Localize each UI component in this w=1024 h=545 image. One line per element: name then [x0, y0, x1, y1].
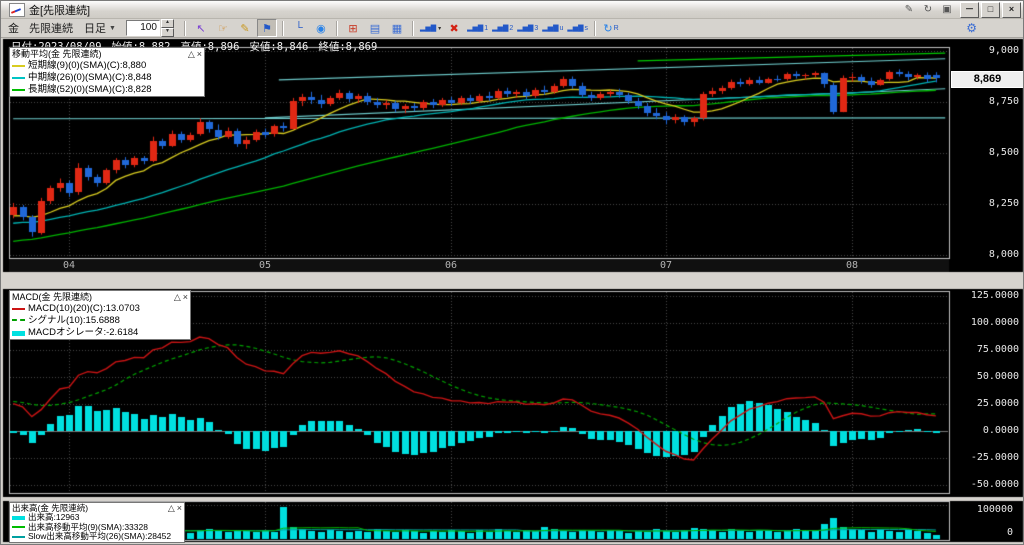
info-low: 安値:8,846	[249, 41, 309, 53]
window-title: 金[先限連続]	[29, 4, 91, 17]
volume-ma26-label: Slow出来高移動平均(26)(SMA):28452	[28, 531, 172, 541]
sma26-label: 中期線(26)(0)(SMA)(C):8,848	[28, 72, 152, 83]
price-axis-label: 8,000	[988, 249, 1019, 260]
macd-axis-label: 100.0000	[970, 317, 1019, 328]
month-axis-label: 06	[444, 260, 458, 271]
signal-line-swatch	[12, 319, 25, 323]
refresh-icon[interactable]: ↻ R	[601, 19, 621, 37]
contract-label: 先限連続	[29, 23, 73, 35]
toolbar-separator	[281, 20, 284, 36]
grid-icon[interactable]: ▦	[387, 19, 407, 37]
volume-axis-label: 0	[1006, 527, 1013, 538]
toolbar: 金 先限連続 日足 ▼ 100 ▲ ▼ ↖ ☞ ✎ ⚑ └ ◉ ⊞ ▤ ▦ ▂▅▇ ▾ ✖ ▂▅▇ 1 ▂▅…	[1, 19, 1023, 38]
ma-legend: 移動平均(金 先限連続) △ × 短期線(9)(0)(SMA)(C):8,880 …	[9, 47, 205, 97]
legend-close-icon[interactable]: ×	[183, 292, 188, 302]
oscillator-swatch	[12, 330, 25, 336]
volume-axis-label: 100000	[976, 504, 1013, 515]
panel-splitter[interactable]	[1, 497, 1023, 501]
volume-ma26-swatch	[12, 535, 25, 538]
wrench-icon[interactable]: ⚙	[966, 21, 977, 35]
toolbar-separator	[411, 20, 414, 36]
delete-indicator-icon[interactable]: ✖	[444, 19, 464, 37]
layout-1-icon[interactable]: ▂▅▇ 1	[466, 19, 489, 37]
price-axis-label: 9,000	[988, 45, 1019, 56]
month-axis-label: 08	[845, 260, 859, 271]
macd-axis-label: 25.0000	[976, 398, 1019, 409]
instrument-label: 金	[8, 23, 19, 35]
close-button[interactable]: ×	[1002, 1, 1021, 18]
macd-axis-label: -25.0000	[970, 452, 1019, 463]
price-axis-label: 8,250	[988, 198, 1019, 209]
price-axis-label: 8,500	[988, 147, 1019, 158]
legend-minimize-icon[interactable]: △	[174, 292, 181, 302]
sma9-label: 短期線(9)(0)(SMA)(C):8,880	[28, 60, 147, 71]
oscillator-label: MACDオシレータ:-2.6184	[28, 327, 139, 338]
macd-axis-label: 125.0000	[970, 290, 1019, 301]
macd-axis-label: -50.0000	[970, 479, 1019, 490]
maximize-button[interactable]: □	[981, 1, 1000, 18]
volume-swatch	[12, 515, 25, 520]
last-price-box: 8,869	[951, 71, 1023, 88]
sma52-swatch	[12, 89, 25, 91]
price-axis-label: 8,750	[988, 96, 1019, 107]
volume-ma9-swatch	[12, 526, 25, 529]
pen-icon[interactable]: ✎	[901, 3, 917, 16]
app-chart-icon	[9, 2, 25, 17]
spin-down-button[interactable]: ▼	[160, 28, 174, 37]
panel-splitter[interactable]	[1, 272, 1023, 289]
volume-legend: 出来高(金 先限連続) △ × 出来高:12963 出来高移動平均(9)(SMA)…	[9, 502, 185, 543]
new-chart-icon[interactable]: ⊞	[343, 19, 363, 37]
app-window: 金[先限連続] ✎ ↻ ▣ － □ × 金 先限連続 日足 ▼ 100 ▲ ▼ …	[0, 0, 1024, 545]
legend-close-icon[interactable]: ×	[197, 49, 202, 59]
rotate-icon[interactable]: ↻	[920, 3, 936, 16]
sma52-label: 長期線(52)(0)(SMA)(C):8,828	[28, 84, 152, 95]
macd-axis-label: 0.0000	[982, 425, 1019, 436]
copy-window-icon[interactable]: ▣	[939, 3, 955, 16]
sma9-swatch	[12, 65, 25, 67]
cursor-icon[interactable]: ↖	[191, 19, 211, 37]
toolbar-separator	[335, 20, 338, 36]
sma26-swatch	[12, 77, 25, 79]
macd-axis-label: 50.0000	[976, 371, 1019, 382]
macd-line-swatch	[12, 308, 25, 310]
layout-s-icon[interactable]: ▂▅▇ s	[566, 19, 589, 37]
bar-count-input[interactable]: 100	[125, 20, 160, 36]
macd-legend: MACD(金 先限連続) △ × MACD(10)(20)(C):13.0703 …	[9, 290, 191, 340]
table-icon[interactable]: ▤	[365, 19, 385, 37]
axis-scale-icon[interactable]: └	[289, 19, 309, 37]
crosshair-icon[interactable]: ⚑	[256, 19, 277, 37]
signal-line-label: シグナル(10):15.6888	[28, 315, 120, 326]
month-axis-label: 04	[62, 260, 76, 271]
title-bar: 金[先限連続] ✎ ↻ ▣ － □ ×	[1, 1, 1023, 19]
macd-line-label: MACD(10)(20)(C):13.0703	[28, 303, 140, 314]
timeframe-dropdown[interactable]: 日足 ▼	[84, 20, 116, 36]
legend-minimize-icon[interactable]: △	[188, 49, 195, 59]
info-close: 終値:8,869	[318, 41, 378, 53]
macd-axis-label: 75.0000	[976, 344, 1019, 355]
month-axis-label: 05	[258, 260, 272, 271]
bar-count-spinner[interactable]: 100 ▲ ▼	[125, 19, 174, 37]
macd-legend-title: MACD(金 先限連続)	[12, 292, 92, 302]
toolbar-separator	[594, 20, 597, 36]
chevron-down-icon: ▼	[109, 24, 116, 32]
layout-u-icon[interactable]: ▂▅▇ u	[541, 19, 564, 37]
layout-2-icon[interactable]: ▂▅▇ 2	[491, 19, 514, 37]
legend-minimize-icon[interactable]: △	[168, 503, 175, 513]
pencil-icon[interactable]: ✎	[235, 19, 255, 37]
legend-close-icon[interactable]: ×	[177, 503, 182, 513]
minimize-button[interactable]: －	[960, 1, 979, 18]
month-axis-label: 07	[659, 260, 673, 271]
hand-icon[interactable]: ☞	[213, 19, 233, 37]
chart-type-icon[interactable]: ▂▅▇ ▾	[419, 19, 442, 37]
jump-latest-icon[interactable]: ◉	[311, 19, 331, 37]
ma-legend-title: 移動平均(金 先限連続)	[12, 49, 102, 59]
spin-up-button[interactable]: ▲	[160, 19, 174, 28]
layout-3-icon[interactable]: ▂▅▇ 3	[516, 19, 539, 37]
